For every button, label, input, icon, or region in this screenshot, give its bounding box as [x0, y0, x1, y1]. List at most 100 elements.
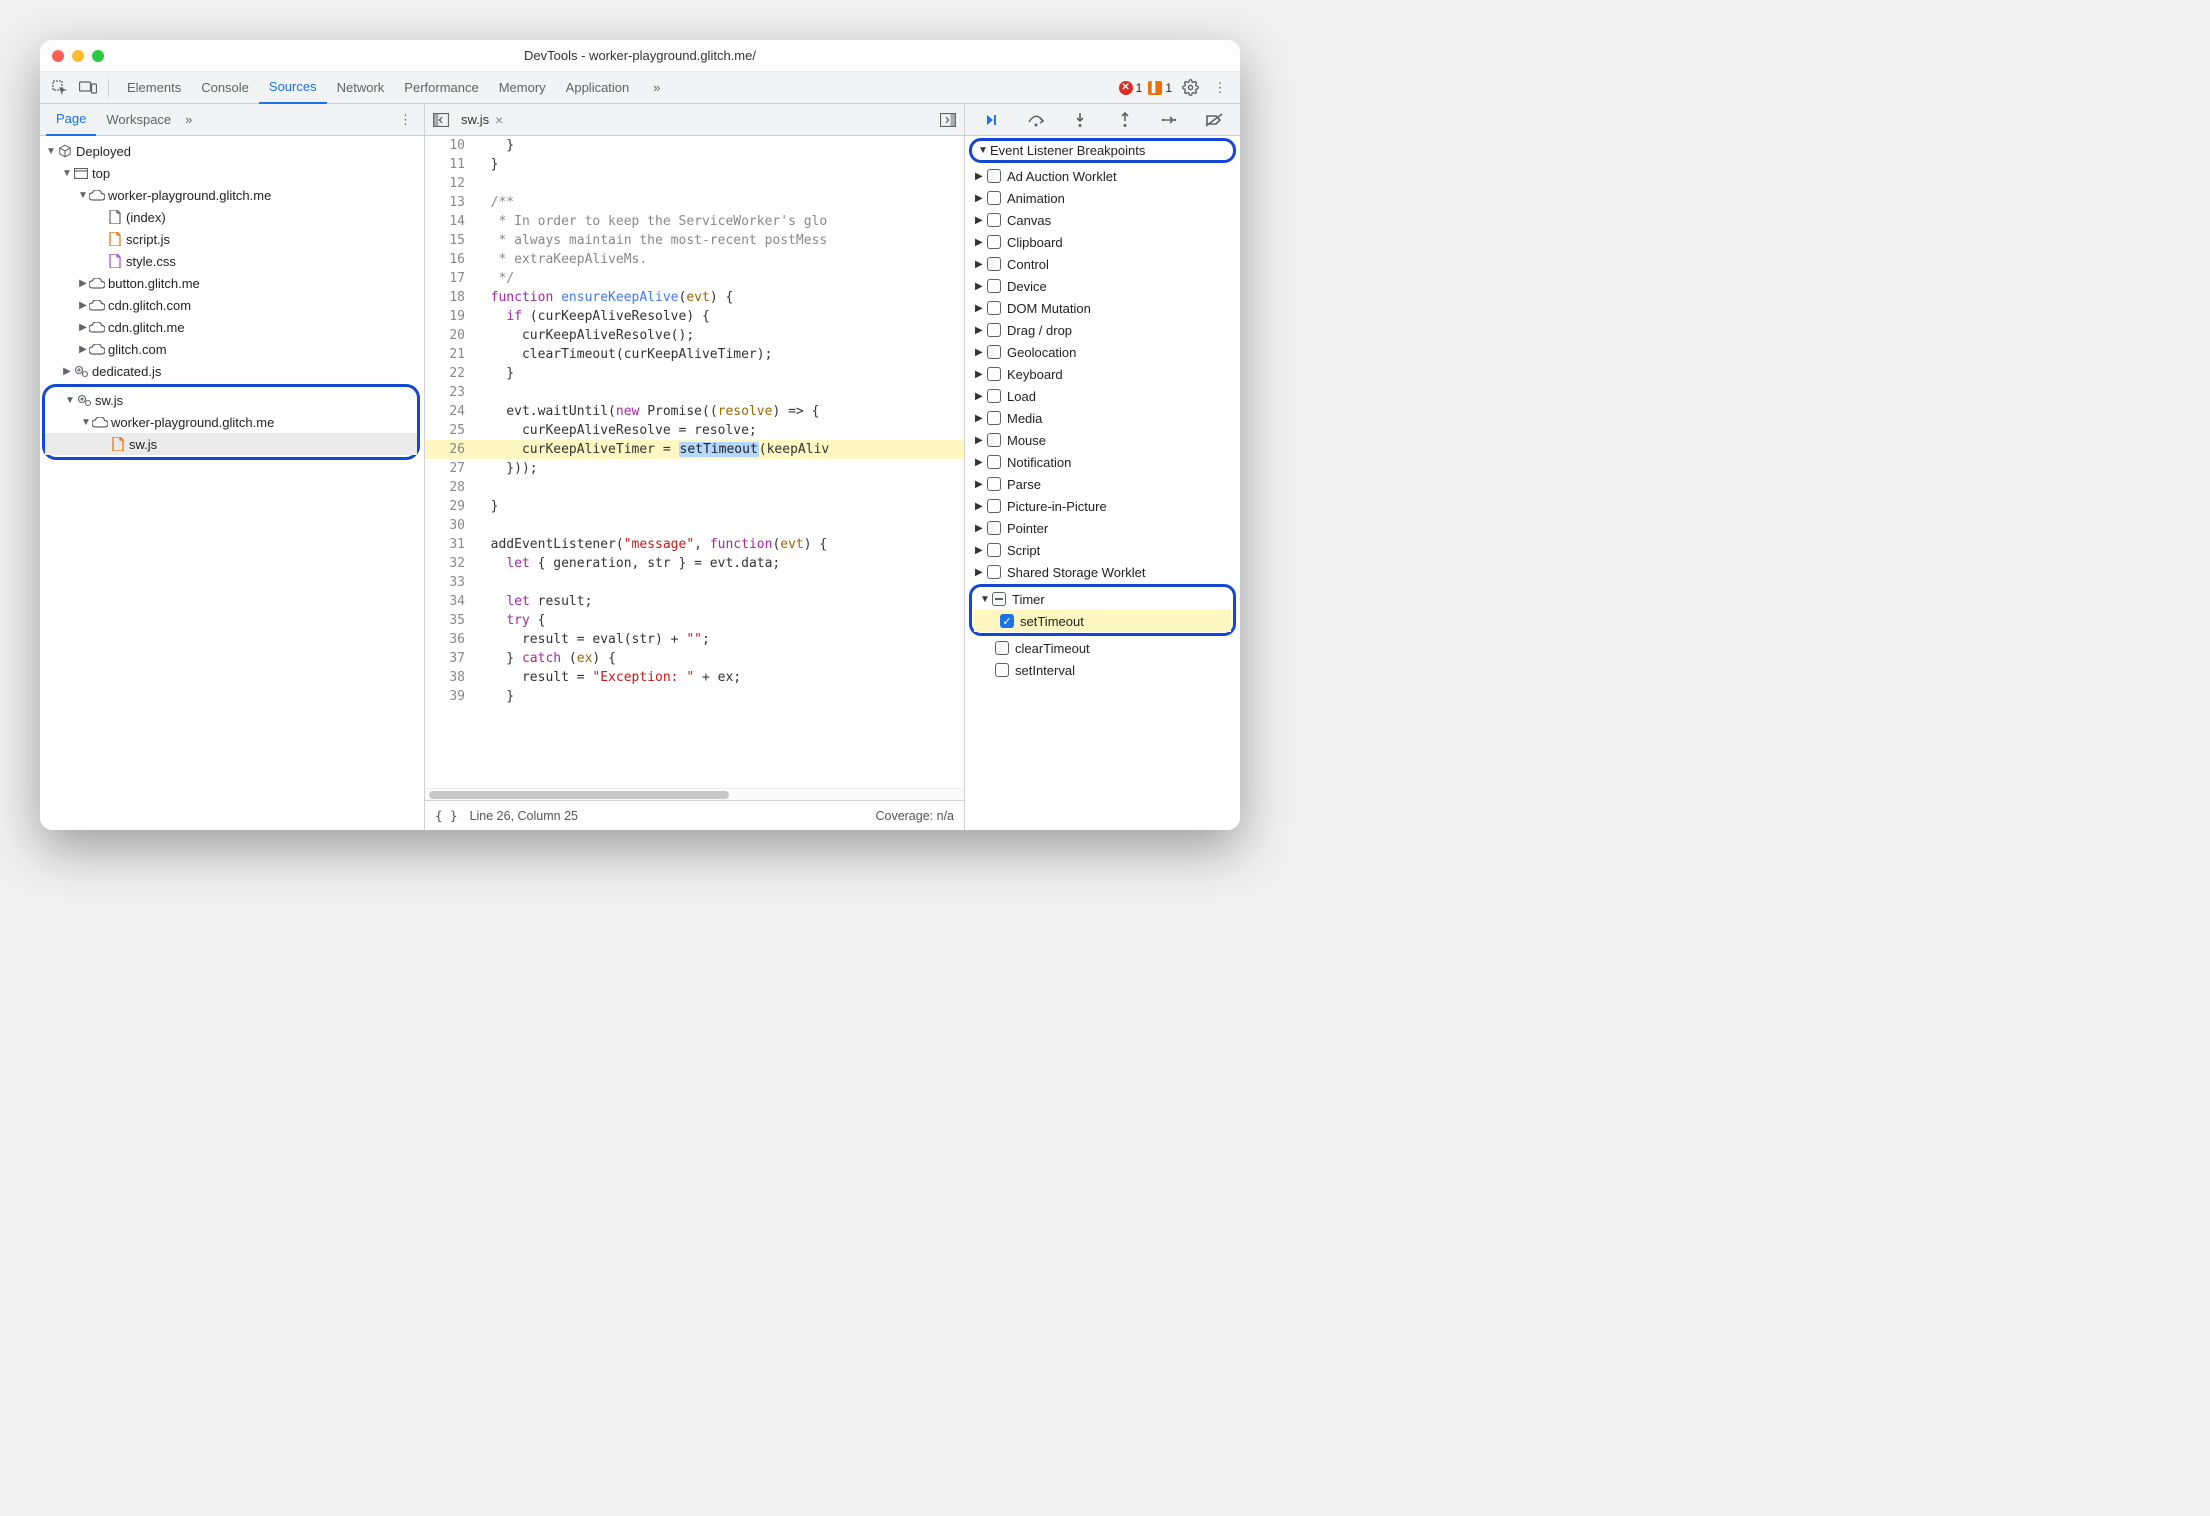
code-line[interactable]: 37 } catch (ex) { — [425, 649, 964, 668]
line-number[interactable]: 39 — [425, 687, 475, 706]
inspect-element-icon[interactable] — [48, 76, 72, 100]
line-number[interactable]: 31 — [425, 535, 475, 554]
line-number[interactable]: 38 — [425, 668, 475, 687]
checkbox[interactable] — [987, 257, 1001, 271]
tree-domain-cdn2[interactable]: ▶ cdn.glitch.me — [40, 316, 424, 338]
code-content[interactable]: curKeepAliveTimer = setTimeout(keepAliv — [475, 440, 964, 459]
bp-category-parse[interactable]: ▶Parse — [969, 473, 1240, 495]
code-content[interactable]: evt.waitUntil(new Promise((resolve) => { — [475, 402, 964, 421]
checkbox[interactable] — [987, 565, 1001, 579]
panel-tab-console[interactable]: Console — [191, 72, 259, 104]
code-content[interactable]: */ — [475, 269, 964, 288]
bp-category-device[interactable]: ▶Device — [969, 275, 1240, 297]
panel-tab-network[interactable]: Network — [327, 72, 395, 104]
device-toolbar-icon[interactable] — [76, 76, 100, 100]
code-line[interactable]: 35 try { — [425, 611, 964, 630]
checkbox[interactable] — [987, 389, 1001, 403]
code-content[interactable]: } — [475, 155, 964, 174]
code-content[interactable] — [475, 174, 964, 193]
toggle-navigator-icon[interactable] — [429, 108, 453, 132]
event-listener-breakpoints-header[interactable]: ▼ Event Listener Breakpoints — [969, 138, 1236, 163]
checkbox[interactable] — [987, 301, 1001, 315]
checkbox[interactable] — [987, 455, 1001, 469]
pretty-print-icon[interactable]: { } — [435, 808, 458, 823]
checkbox-mixed[interactable] — [992, 592, 1006, 606]
code-line[interactable]: 29 } — [425, 497, 964, 516]
step-over-icon[interactable] — [1023, 107, 1049, 133]
bp-item-setinterval[interactable]: setInterval — [965, 659, 1240, 681]
bp-category-script[interactable]: ▶Script — [969, 539, 1240, 561]
bp-category-pointer[interactable]: ▶Pointer — [969, 517, 1240, 539]
code-line[interactable]: 11 } — [425, 155, 964, 174]
line-number[interactable]: 27 — [425, 459, 475, 478]
checkbox[interactable] — [987, 477, 1001, 491]
code-line[interactable]: 33 — [425, 573, 964, 592]
line-number[interactable]: 30 — [425, 516, 475, 535]
bp-category-canvas[interactable]: ▶Canvas — [969, 209, 1240, 231]
panel-tab-memory[interactable]: Memory — [489, 72, 556, 104]
code-content[interactable]: } — [475, 136, 964, 155]
checkbox[interactable] — [995, 641, 1009, 655]
code-line[interactable]: 26 curKeepAliveTimer = setTimeout(keepAl… — [425, 440, 964, 459]
bp-category-media[interactable]: ▶Media — [969, 407, 1240, 429]
code-content[interactable]: } — [475, 497, 964, 516]
code-content[interactable]: * always maintain the most-recent postMe… — [475, 231, 964, 250]
code-content[interactable]: addEventListener("message", function(evt… — [475, 535, 964, 554]
line-number[interactable]: 28 — [425, 478, 475, 497]
code-content[interactable]: * In order to keep the ServiceWorker's g… — [475, 212, 964, 231]
checkbox[interactable] — [987, 345, 1001, 359]
code-line[interactable]: 13 /** — [425, 193, 964, 212]
bp-category-geolocation[interactable]: ▶Geolocation — [969, 341, 1240, 363]
panel-tab-performance[interactable]: Performance — [394, 72, 488, 104]
code-content[interactable]: } — [475, 687, 964, 706]
tree-file-scriptjs[interactable]: script.js — [40, 228, 424, 250]
line-number[interactable]: 29 — [425, 497, 475, 516]
bp-category-shared-storage-worklet[interactable]: ▶Shared Storage Worklet — [969, 561, 1240, 583]
bp-item-settimeout[interactable]: ✓ setTimeout — [974, 610, 1231, 632]
step-into-icon[interactable] — [1067, 107, 1093, 133]
checkbox[interactable] — [987, 169, 1001, 183]
code-content[interactable]: try { — [475, 611, 964, 630]
code-line[interactable]: 34 let result; — [425, 592, 964, 611]
checkbox[interactable] — [987, 323, 1001, 337]
bp-category-picture-in-picture[interactable]: ▶Picture-in-Picture — [969, 495, 1240, 517]
code-content[interactable]: let result; — [475, 592, 964, 611]
code-line[interactable]: 24 evt.waitUntil(new Promise((resolve) =… — [425, 402, 964, 421]
toggle-debugger-icon[interactable] — [936, 108, 960, 132]
step-icon[interactable] — [1156, 107, 1182, 133]
line-number[interactable]: 21 — [425, 345, 475, 364]
code-content[interactable]: curKeepAliveResolve = resolve; — [475, 421, 964, 440]
code-content[interactable]: /** — [475, 193, 964, 212]
bp-category-load[interactable]: ▶Load — [969, 385, 1240, 407]
code-content[interactable] — [475, 573, 964, 592]
panel-tab-elements[interactable]: Elements — [117, 72, 191, 104]
checkbox[interactable] — [987, 521, 1001, 535]
line-number[interactable]: 11 — [425, 155, 475, 174]
code-line[interactable]: 15 * always maintain the most-recent pos… — [425, 231, 964, 250]
tree-swjs-group[interactable]: ▼ sw.js — [45, 389, 417, 411]
step-out-icon[interactable] — [1112, 107, 1138, 133]
sidebar-menu-icon[interactable]: ⋮ — [393, 112, 418, 128]
line-number[interactable]: 20 — [425, 326, 475, 345]
code-line[interactable]: 25 curKeepAliveResolve = resolve; — [425, 421, 964, 440]
code-content[interactable]: if (curKeepAliveResolve) { — [475, 307, 964, 326]
code-line[interactable]: 17 */ — [425, 269, 964, 288]
code-line[interactable]: 22 } — [425, 364, 964, 383]
checkbox[interactable] — [987, 367, 1001, 381]
checkbox[interactable] — [995, 663, 1009, 677]
tree-domain-main[interactable]: ▼ worker-playground.glitch.me — [40, 184, 424, 206]
bp-category-notification[interactable]: ▶Notification — [969, 451, 1240, 473]
tree-dedicated[interactable]: ▶ dedicated.js — [40, 360, 424, 382]
checkbox[interactable] — [987, 279, 1001, 293]
code-content[interactable] — [475, 516, 964, 535]
code-content[interactable]: result = "Exception: " + ex; — [475, 668, 964, 687]
checkbox[interactable] — [987, 213, 1001, 227]
code-content[interactable]: clearTimeout(curKeepAliveTimer); — [475, 345, 964, 364]
bp-category-ad-auction-worklet[interactable]: ▶Ad Auction Worklet — [969, 165, 1240, 187]
tree-domain-button[interactable]: ▶ button.glitch.me — [40, 272, 424, 294]
code-content[interactable] — [475, 383, 964, 402]
code-line[interactable]: 31 addEventListener("message", function(… — [425, 535, 964, 554]
bp-category-mouse[interactable]: ▶Mouse — [969, 429, 1240, 451]
checkbox[interactable] — [987, 433, 1001, 447]
tree-file-index[interactable]: (index) — [40, 206, 424, 228]
